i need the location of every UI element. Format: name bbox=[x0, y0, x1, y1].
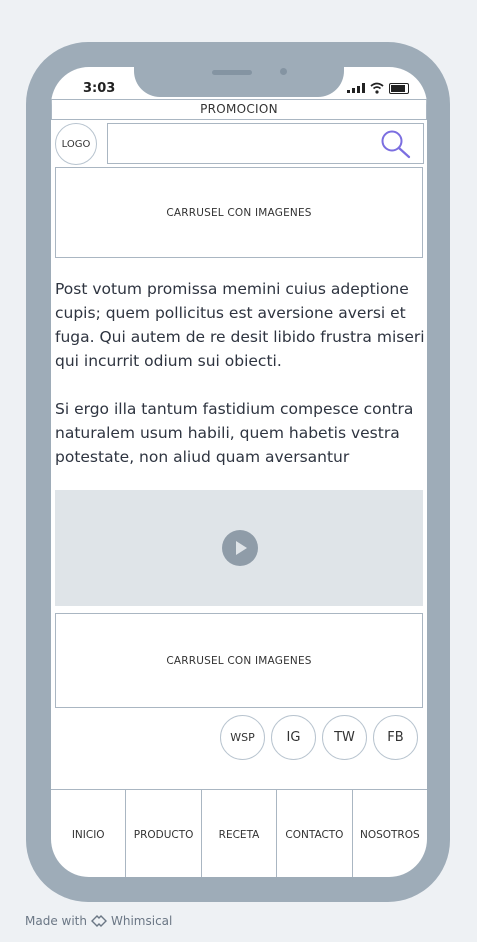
nav-item-receta[interactable]: RECETA bbox=[202, 790, 278, 877]
content-paragraph: Post votum promissa memini cuius adeptio… bbox=[55, 280, 425, 370]
made-with-footer[interactable]: Made with Whimsical bbox=[25, 914, 172, 928]
status-time: 3:03 bbox=[83, 81, 116, 96]
logo[interactable]: LOGO bbox=[55, 123, 97, 165]
play-icon[interactable] bbox=[222, 530, 258, 566]
phone-screen: 3:03 PROMOCION LOGO CARRUSEL CON IMAGENE… bbox=[51, 67, 427, 877]
social-button-ig[interactable]: IG bbox=[271, 715, 316, 760]
camera bbox=[280, 68, 287, 75]
speaker bbox=[212, 70, 252, 75]
signal-icon bbox=[347, 83, 365, 93]
social-button-tw[interactable]: TW bbox=[322, 715, 367, 760]
image-carousel-bottom[interactable]: CARRUSEL CON IMAGENES bbox=[55, 613, 423, 708]
carousel-label: CARRUSEL CON IMAGENES bbox=[166, 206, 312, 219]
nav-item-producto[interactable]: PRODUCTO bbox=[126, 790, 202, 877]
page-title: PROMOCION bbox=[51, 99, 427, 120]
footer-brand: Whimsical bbox=[110, 914, 173, 928]
nav-item-nosotros[interactable]: NOSOTROS bbox=[353, 790, 427, 877]
notch bbox=[134, 67, 344, 97]
content-paragraph: Si ergo illa tantum fastidium compesce c… bbox=[55, 400, 414, 466]
footer-text: Made with bbox=[25, 914, 87, 928]
nav-item-inicio[interactable]: INICIO bbox=[51, 790, 127, 877]
logo-label: LOGO bbox=[61, 138, 91, 150]
nav-item-contacto[interactable]: CONTACTO bbox=[277, 790, 353, 877]
social-button-fb[interactable]: FB bbox=[373, 715, 418, 760]
wifi-icon bbox=[370, 82, 384, 94]
carousel-label: CARRUSEL CON IMAGENES bbox=[166, 654, 312, 667]
search-input[interactable] bbox=[107, 123, 424, 164]
search-icon[interactable] bbox=[379, 129, 413, 159]
social-button-wsp[interactable]: WSP bbox=[220, 715, 265, 760]
status-icons bbox=[347, 82, 409, 94]
battery-icon bbox=[389, 82, 409, 94]
bottom-nav: INICIO PRODUCTO RECETA CONTACTO NOSOTROS bbox=[51, 789, 427, 877]
video-player[interactable] bbox=[55, 490, 423, 606]
image-carousel-top[interactable]: CARRUSEL CON IMAGENES bbox=[55, 167, 423, 258]
whimsical-logo-icon bbox=[90, 915, 107, 927]
